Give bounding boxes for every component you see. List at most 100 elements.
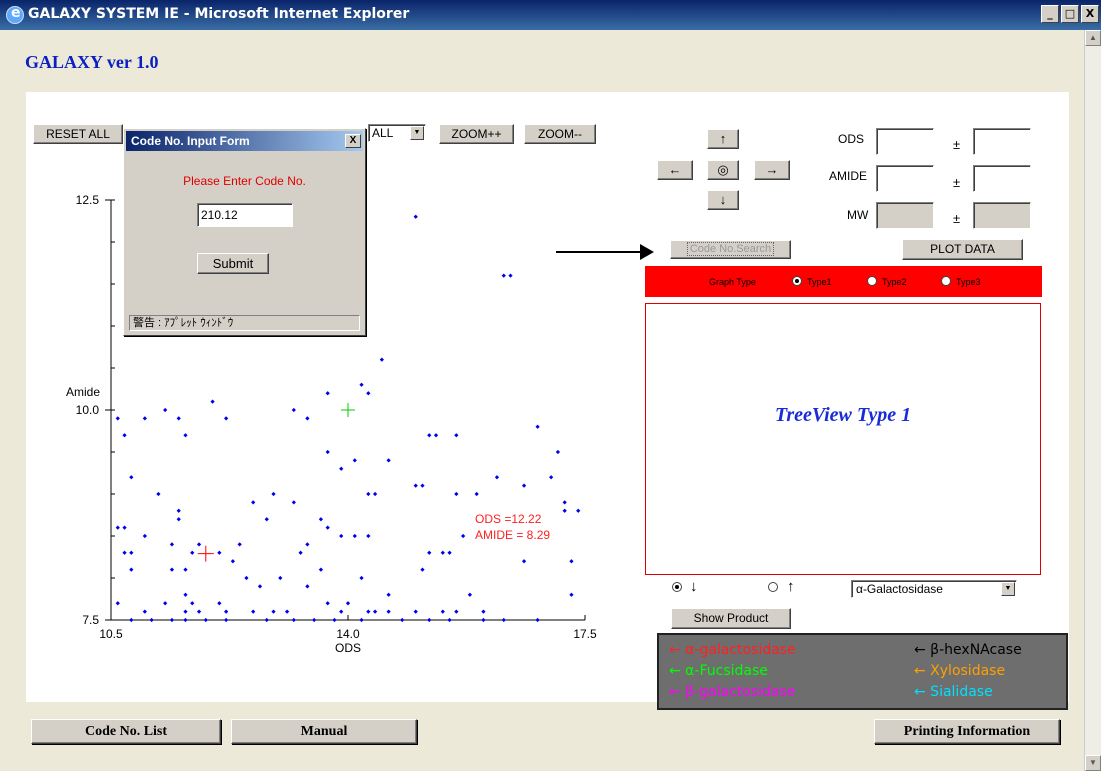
data-point (305, 416, 310, 421)
zoom-in-button[interactable]: ZOOM++ (439, 124, 514, 144)
dialog-close-button[interactable]: X (345, 134, 361, 148)
mw-input[interactable] (876, 202, 934, 229)
data-point (237, 542, 242, 547)
data-point (332, 617, 337, 623)
data-point (413, 214, 418, 219)
legend-alpha-fucsidase: ← α-Fucsidase (669, 663, 768, 679)
manual-button[interactable]: Manual (231, 719, 417, 744)
scroll-up-icon[interactable]: ▲ (1085, 30, 1101, 46)
data-point (454, 433, 459, 438)
minimize-button[interactable]: _ (1041, 5, 1059, 23)
close-button[interactable]: X (1081, 5, 1099, 23)
data-point (535, 617, 540, 623)
code-input-dialog[interactable]: Code No. Input Form X Please Enter Code … (123, 128, 366, 336)
dialog-prompt: Please Enter Code No. (183, 174, 306, 188)
data-point (291, 500, 296, 505)
data-point (427, 433, 432, 438)
direction-up-radio[interactable] (768, 582, 778, 592)
data-point (325, 449, 330, 455)
data-point (339, 466, 344, 471)
dialog-title: Code No. Input Form (126, 131, 363, 151)
data-point (183, 433, 188, 438)
data-point (474, 491, 479, 497)
reset-all-button[interactable]: RESET ALL (33, 124, 123, 144)
data-point (481, 617, 486, 623)
show-product-button[interactable]: Show Product (671, 608, 791, 629)
data-point (163, 601, 168, 606)
data-point (156, 491, 161, 497)
data-point (251, 609, 256, 614)
window-controls: _ □ X (1041, 5, 1099, 23)
data-point (305, 584, 310, 589)
y-axis-label: Amide (66, 385, 100, 399)
amide-tolerance-input[interactable] (973, 165, 1031, 192)
data-point (366, 491, 371, 497)
printing-information-button[interactable]: Printing Information (874, 719, 1060, 744)
code-input[interactable]: 210.12 (197, 203, 293, 227)
direction-down-label: ↓ (690, 578, 698, 595)
amide-input[interactable] (876, 165, 934, 192)
filter-select[interactable]: ALL ▼ (368, 124, 426, 142)
ods-input[interactable] (876, 128, 934, 155)
legend-sialidase: ← Sialidase (914, 684, 993, 700)
chevron-down-icon[interactable]: ▼ (1001, 582, 1015, 596)
data-point (190, 601, 195, 606)
data-point (481, 609, 486, 614)
data-point (386, 609, 391, 614)
chevron-down-icon[interactable]: ▼ (410, 126, 424, 140)
data-point (129, 617, 134, 623)
center-button[interactable]: ◎ (707, 160, 739, 180)
type3-radio[interactable] (941, 276, 951, 286)
data-point (359, 617, 364, 623)
code-search-button[interactable]: Code No.Search (670, 240, 791, 259)
data-point (372, 491, 378, 497)
data-point (129, 475, 134, 480)
ods-tolerance-input[interactable] (973, 128, 1031, 155)
data-point (318, 567, 324, 572)
data-point (549, 475, 554, 480)
data-point (467, 592, 473, 597)
data-point (433, 433, 439, 438)
data-point (569, 559, 574, 564)
legend-alpha-galactosidase: ← α-galactosidase (669, 642, 796, 658)
mw-label: MW (847, 208, 869, 222)
data-point (576, 508, 581, 513)
window-title: GALAXY SYSTEM IE - Microsoft Internet Ex… (28, 6, 410, 22)
code-list-button[interactable]: Code No. List (31, 719, 221, 744)
data-point (386, 592, 391, 597)
data-point (183, 617, 188, 623)
arrow-right-button[interactable]: → (754, 160, 790, 180)
type2-radio[interactable] (867, 276, 877, 286)
data-point (217, 550, 222, 555)
treeview-panel[interactable]: TreeView Type 1 (645, 303, 1041, 575)
arrow-left-button[interactable]: ← (657, 160, 693, 180)
x-tick-label: 17.5 (573, 627, 597, 641)
maximize-button[interactable]: □ (1061, 5, 1079, 23)
direction-down-radio[interactable] (672, 582, 682, 592)
data-point (176, 508, 181, 513)
data-point (284, 609, 290, 614)
x-tick-label: 10.5 (99, 627, 123, 641)
scroll-down-icon[interactable]: ▼ (1085, 755, 1101, 771)
data-point (312, 617, 317, 623)
code-search-label: Code No.Search (686, 242, 775, 256)
data-point (271, 491, 276, 497)
plot-data-button[interactable]: PLOT DATA (902, 239, 1023, 260)
amide-label: AMIDE (829, 169, 868, 183)
data-point (569, 592, 574, 597)
pointer-arrow-icon (556, 244, 654, 260)
zoom-out-button[interactable]: ZOOM-- (524, 124, 596, 144)
data-point (366, 533, 371, 539)
data-point (169, 617, 175, 623)
arrow-down-button[interactable]: ↓ (707, 190, 739, 210)
mw-tolerance-input[interactable] (973, 202, 1031, 229)
type1-label: Type1 (807, 277, 832, 287)
vertical-scrollbar[interactable]: ▲ ▼ (1084, 30, 1101, 771)
arrow-up-button[interactable]: ↑ (707, 129, 739, 149)
data-point (440, 609, 445, 614)
submit-button[interactable]: Submit (197, 253, 269, 274)
type1-radio[interactable] (792, 276, 802, 286)
enzyme-select[interactable]: α-Galactosidase ▼ (851, 580, 1017, 598)
treeview-title: TreeView Type 1 (774, 404, 912, 426)
data-point (223, 617, 229, 623)
